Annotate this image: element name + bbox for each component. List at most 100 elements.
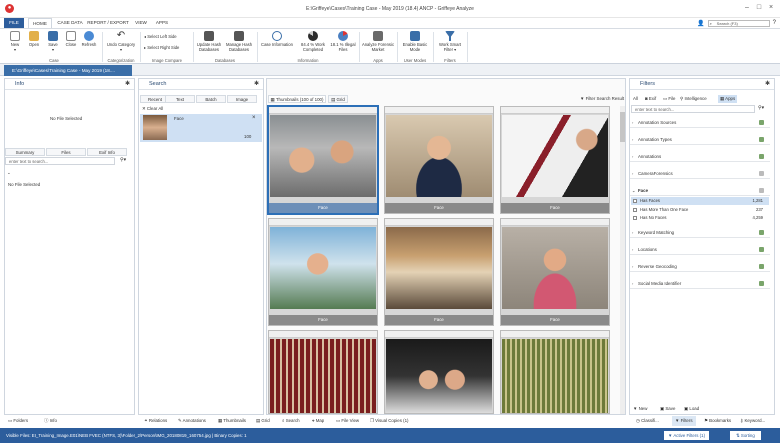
bottom-tab-annotations[interactable]: ✎ Annotations xyxy=(178,416,206,426)
thumbnail-toolbar[interactable] xyxy=(501,107,609,114)
filter-add-icon[interactable] xyxy=(759,247,764,252)
pin-icon[interactable]: ✱ xyxy=(254,79,259,90)
collapse-chevron-icon[interactable]: ⌄ xyxy=(7,170,11,176)
bottom-tab-keywords[interactable]: ⚷ Keyword... xyxy=(740,416,765,426)
clear-all-button[interactable]: ✕ Clear All xyxy=(142,106,163,112)
refresh-button[interactable]: Refresh xyxy=(80,31,98,47)
save-button[interactable]: Save ▾ xyxy=(44,31,62,52)
bottom-tab-folders[interactable]: ▭ Folders xyxy=(8,416,28,426)
checkbox[interactable] xyxy=(633,199,637,203)
active-filters-button[interactable]: ▼ Active Filters (1) xyxy=(664,431,710,440)
thumbnail-item[interactable]: Face xyxy=(500,218,610,326)
bottom-tab-info[interactable]: ⓘ Info xyxy=(44,416,57,426)
thumbnail-toolbar[interactable] xyxy=(269,107,377,114)
thumbnail-item[interactable]: Face xyxy=(268,106,378,214)
analyze-forensic-market-button[interactable]: Analyze Forensic Market xyxy=(361,31,395,52)
checkbox[interactable] xyxy=(633,216,637,220)
thumbnail-item[interactable]: Face xyxy=(384,106,494,214)
close-case-button[interactable]: Close xyxy=(63,31,79,47)
filter-add-icon[interactable] xyxy=(759,188,764,193)
help-icon[interactable]: ? xyxy=(773,20,776,26)
remove-search-icon[interactable]: × xyxy=(252,115,256,121)
user-icon[interactable]: 👤 xyxy=(697,20,704,27)
recent-search-item[interactable]: Face × 100 xyxy=(140,114,262,142)
bottom-tab-search[interactable]: ⌕ Search xyxy=(282,416,300,426)
bottom-tab-visual-copies[interactable]: ❐ Visual Copies (1) xyxy=(370,416,409,426)
thumbnails-scrollbar[interactable] xyxy=(620,106,625,414)
tab-home[interactable]: HOME xyxy=(28,18,52,28)
thumbnail-item[interactable]: Face xyxy=(384,218,494,326)
sorting-button[interactable]: ⇅ Sorting xyxy=(730,431,761,440)
info-search-input[interactable]: enter text to search... xyxy=(5,157,115,165)
thumbnail-item[interactable] xyxy=(268,330,378,414)
bottom-tab-map[interactable]: ⌖ Map xyxy=(312,416,324,426)
tab-grid[interactable]: ▤ Grid xyxy=(328,95,348,103)
pin-icon[interactable]: ✱ xyxy=(125,79,130,90)
face-filter-has-faces[interactable]: Has Faces 1,281 xyxy=(631,197,769,205)
thumbnail-item[interactable] xyxy=(500,330,610,414)
filter-annotations[interactable]: › Annotations xyxy=(630,151,770,162)
pin-icon[interactable]: ✱ xyxy=(765,79,770,90)
tab-text[interactable]: Text xyxy=(165,95,195,103)
filter-face[interactable]: ⌄ Face xyxy=(630,185,770,196)
filter-tab-exif[interactable]: ◙ Exif xyxy=(645,96,656,101)
tab-report-export[interactable]: REPORT / EXPORT xyxy=(86,18,130,28)
tab-file[interactable]: FILE xyxy=(4,18,24,28)
tab-files[interactable]: Files xyxy=(46,148,86,156)
tab-batch[interactable]: Batch xyxy=(196,95,226,103)
filter-add-icon[interactable] xyxy=(759,171,764,176)
bottom-tab-file-view[interactable]: ▭ File View xyxy=(336,416,359,426)
tab-apps[interactable]: APPS xyxy=(152,18,172,28)
filter-tab-file[interactable]: ▭ File xyxy=(663,96,675,102)
filter-cameraforensics[interactable]: › CameraForensics xyxy=(630,168,770,179)
scrollbar-thumb[interactable] xyxy=(620,112,625,142)
open-button[interactable]: Open xyxy=(25,31,43,47)
bottom-tab-grid[interactable]: ▤ Grid xyxy=(256,416,270,426)
tab-summary[interactable]: Summary xyxy=(5,148,45,156)
filter-tab-all[interactable]: All xyxy=(633,96,638,101)
binoculars-icon[interactable]: ⚲▾ xyxy=(758,105,764,111)
thumbnail-toolbar[interactable] xyxy=(269,331,377,338)
filters-search-input[interactable]: enter text to search... xyxy=(631,105,755,113)
filter-keyword-matching[interactable]: › Keyword Matching xyxy=(630,227,770,238)
thumbnail-item[interactable]: Face xyxy=(268,218,378,326)
new-button[interactable]: New ▾ xyxy=(6,31,24,52)
tab-view[interactable]: VIEW xyxy=(131,18,151,28)
case-tab[interactable]: E:\Griffeye\Cases\Training Case - May 20… xyxy=(4,65,132,76)
select-left-side-button[interactable]: ◂ Select Left Side xyxy=(144,34,177,39)
filter-add-icon[interactable] xyxy=(759,264,764,269)
bottom-tab-relations[interactable]: ⚭ Relations xyxy=(144,416,167,426)
update-hash-databases-button[interactable]: Update Hash Databases xyxy=(195,31,223,52)
thumbnail-item[interactable]: Face xyxy=(500,106,610,214)
filter-locations[interactable]: › Locations xyxy=(630,244,770,255)
checkbox[interactable] xyxy=(633,208,637,212)
thumbnail-item[interactable] xyxy=(384,330,494,414)
save-filter-button[interactable]: ▣ Save xyxy=(660,406,675,412)
thumbnail-toolbar[interactable] xyxy=(385,107,493,114)
select-right-side-button[interactable]: ▸ Select Right Side xyxy=(144,45,179,50)
filter-tab-intelligence[interactable]: ⚲ Intelligence xyxy=(680,96,707,102)
enable-basic-mode-button[interactable]: Enable Basic Mode xyxy=(399,31,431,52)
thumbnail-toolbar[interactable] xyxy=(501,219,609,226)
minimize-icon[interactable]: – xyxy=(742,3,752,13)
thumbnail-toolbar[interactable] xyxy=(385,331,493,338)
filter-reverse-geocoding[interactable]: › Reverse Geocoding xyxy=(630,261,770,272)
tab-thumbnails[interactable]: ▦ Thumbnails (100 of 100) xyxy=(268,95,326,103)
filter-annotation-sources[interactable]: › Annotation Sources xyxy=(630,117,770,128)
new-filter-button[interactable]: ▼ New xyxy=(633,406,647,411)
illegal-files-indicator[interactable]: 18.1 % Illegal Files xyxy=(330,31,356,52)
thumbnail-toolbar[interactable] xyxy=(385,219,493,226)
manage-hash-databases-button[interactable]: Manage Hash Databases xyxy=(224,31,254,52)
filter-search-result-button[interactable]: ▼ Filter Search Result xyxy=(580,96,624,101)
load-filter-button[interactable]: ▣ Load xyxy=(684,406,699,412)
binoculars-icon[interactable]: ⚲▾ xyxy=(120,157,126,163)
filter-annotation-types[interactable]: › Annotation Types xyxy=(630,134,770,145)
filter-add-icon[interactable] xyxy=(759,230,764,235)
undo-category-button[interactable]: ↶ Undo Category ▾ xyxy=(104,31,138,53)
filter-add-icon[interactable] xyxy=(759,154,764,159)
filter-add-icon[interactable] xyxy=(759,137,764,142)
tab-exif-info[interactable]: Exif Info xyxy=(87,148,127,156)
filter-social-media-identifier[interactable]: › Social Media Identifier xyxy=(630,278,770,289)
face-filter-no-faces[interactable]: Has No Faces 4,259 xyxy=(631,214,769,222)
tab-image[interactable]: Image xyxy=(227,95,257,103)
